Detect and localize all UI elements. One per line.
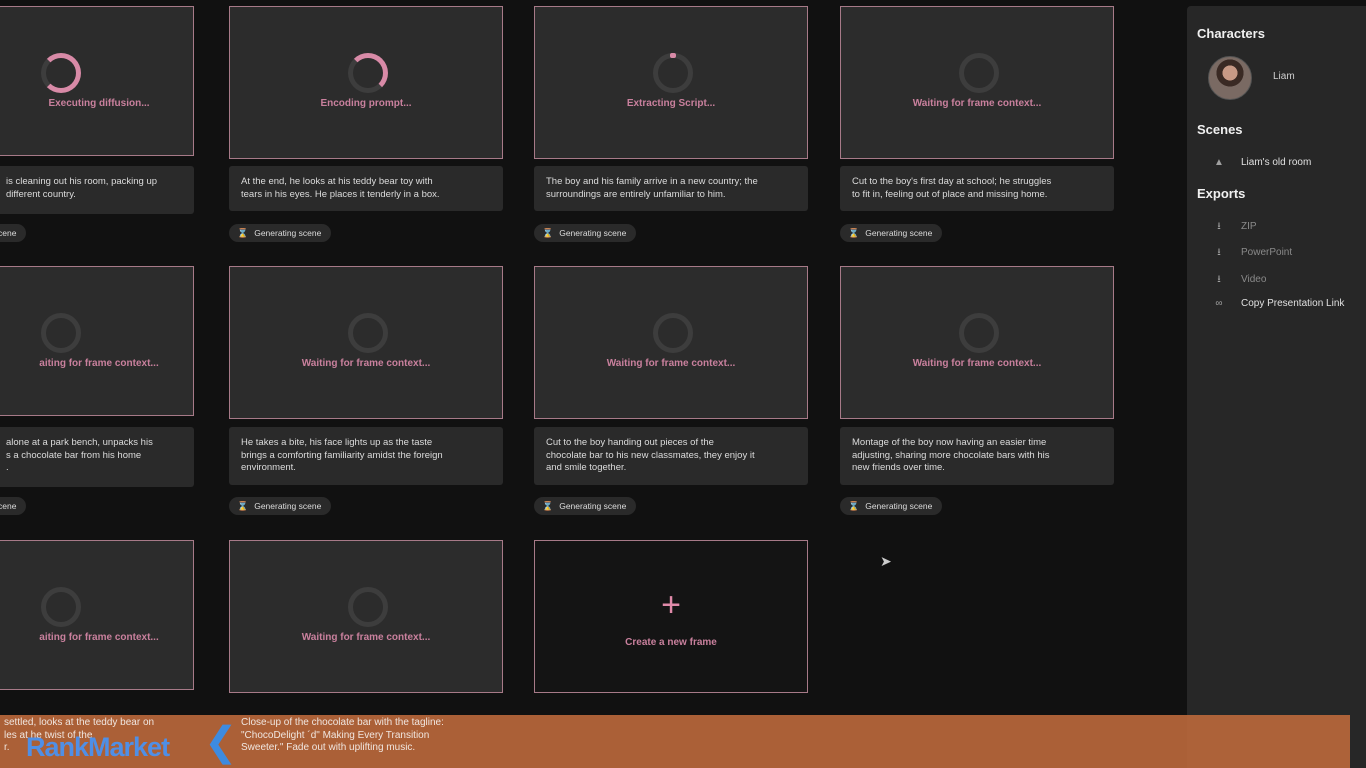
frame-status: Waiting for frame context...	[912, 98, 1042, 109]
frame-status: Executing diffusion...	[48, 98, 150, 109]
download-icon: ⭳	[1217, 221, 1221, 232]
create-frame-label: Create a new frame	[625, 637, 717, 648]
export-label: ZIP	[1241, 221, 1257, 232]
loading-spinner-icon	[653, 313, 693, 353]
hourglass-icon: ⌛	[237, 501, 249, 511]
download-icon: ⭳	[1217, 274, 1221, 285]
status-badge: ⌛ Generating scene	[840, 497, 943, 515]
loading-spinner-icon	[348, 53, 388, 93]
export-video[interactable]: ⭳ Video	[1209, 272, 1266, 289]
loading-spinner-icon	[653, 53, 693, 93]
badge-label: Generating scene	[254, 228, 322, 238]
export-zip[interactable]: ⭳ ZIP	[1209, 219, 1257, 236]
badge-label: Generating scene	[254, 501, 322, 511]
frame-description[interactable]: The boy and his family arrive in a new c…	[534, 166, 808, 211]
frame-description[interactable]: At the end, he looks at his teddy bear t…	[229, 166, 503, 211]
frame-description[interactable]: Cut to the boy handing out pieces of the…	[534, 427, 808, 485]
download-icon: ⭳	[1217, 247, 1221, 258]
frame-card[interactable]: Waiting for frame context...	[534, 266, 808, 419]
frame-description[interactable]: Montage of the boy now having an easier …	[840, 427, 1114, 485]
avatar[interactable]	[1208, 56, 1252, 100]
loading-spinner-icon	[41, 587, 81, 627]
status-badge: ⌛ Generating scene	[534, 497, 637, 515]
hourglass-icon: ⌛	[542, 228, 554, 238]
status-badge: ⌛ Generating scene	[229, 224, 332, 242]
character-name[interactable]: Liam	[1273, 71, 1295, 82]
exports-heading: Exports	[1197, 186, 1246, 201]
frame-description[interactable]: alone at a park bench, unpacks his s a c…	[0, 427, 194, 487]
frame-card[interactable]: Encoding prompt...	[229, 6, 503, 159]
frame-card[interactable]: aiting for frame context...	[0, 540, 194, 690]
badge-label: Generating scene	[559, 228, 627, 238]
export-label: Video	[1241, 274, 1267, 285]
hourglass-icon: ⌛	[848, 228, 860, 238]
frame-description[interactable]: Cut to the boy's first day at school; he…	[840, 166, 1114, 211]
export-label: Copy Presentation Link	[1241, 298, 1345, 309]
export-label: PowerPoint	[1241, 247, 1293, 258]
frame-description[interactable]: He takes a bite, his face lights up as t…	[229, 427, 503, 485]
loading-spinner-icon	[41, 313, 81, 353]
characters-heading: Characters	[1197, 26, 1265, 41]
sidebar: Characters Liam Scenes ▲ Liam's old room …	[1187, 6, 1366, 768]
hourglass-icon: ⌛	[848, 501, 860, 511]
loading-spinner-icon	[41, 53, 81, 93]
frame-status: Extracting Script...	[626, 98, 716, 109]
status-badge: ⌛ Generating scene	[534, 224, 637, 242]
scene-item[interactable]: ▲ Liam's old room	[1209, 157, 1311, 168]
frame-card[interactable]: Waiting for frame context...	[840, 266, 1114, 419]
landscape-icon: ▲	[1214, 157, 1224, 168]
frame-card[interactable]: Waiting for frame context...	[229, 540, 503, 693]
frame-description: Close-up of the chocolate bar with the t…	[241, 717, 444, 753]
hourglass-icon: ⌛	[237, 228, 249, 238]
scenes-heading: Scenes	[1197, 122, 1243, 137]
loading-spinner-icon	[348, 587, 388, 627]
frame-card[interactable]: Waiting for frame context...	[229, 266, 503, 419]
status-badge: cene	[0, 497, 27, 515]
link-icon: ∞	[1215, 298, 1223, 309]
frame-status: aiting for frame context...	[39, 358, 159, 369]
loading-spinner-icon	[348, 313, 388, 353]
scene-label: Liam's old room	[1241, 157, 1312, 168]
hourglass-icon: ⌛	[542, 501, 554, 511]
frame-status: Waiting for frame context...	[301, 632, 431, 643]
badge-label: Generating scene	[559, 501, 627, 511]
badge-label: cene	[0, 228, 17, 238]
badge-label: cene	[0, 501, 17, 511]
create-frame-button[interactable]: + Create a new frame	[534, 540, 808, 693]
arrow-logo-icon: ❮	[204, 720, 238, 764]
frame-card[interactable]: Executing diffusion...	[0, 6, 194, 156]
frame-status: Waiting for frame context...	[912, 358, 1042, 369]
frame-card[interactable]: Extracting Script...	[534, 6, 808, 159]
frame-status: Waiting for frame context...	[301, 358, 431, 369]
copy-presentation-link[interactable]: ∞ Copy Presentation Link	[1209, 298, 1344, 309]
frame-card[interactable]: aiting for frame context...	[0, 266, 194, 416]
frame-description[interactable]: is cleaning out his room, packing up dif…	[0, 166, 194, 214]
frame-status: Encoding prompt...	[320, 98, 412, 109]
status-badge: cene	[0, 224, 27, 242]
plus-icon: +	[661, 586, 681, 624]
frame-status: aiting for frame context...	[39, 632, 159, 643]
badge-label: Generating scene	[865, 228, 933, 238]
badge-label: Generating scene	[865, 501, 933, 511]
loading-spinner-icon	[959, 53, 999, 93]
watermark-banner: settled, looks at the teddy bear on les …	[0, 715, 1350, 768]
frame-status: Waiting for frame context...	[606, 358, 736, 369]
status-badge: ⌛ Generating scene	[840, 224, 943, 242]
mouse-cursor-icon: ➤	[880, 553, 892, 569]
frame-grid: Executing diffusion... is cleaning out h…	[0, 0, 1160, 768]
loading-spinner-icon	[959, 313, 999, 353]
frame-card[interactable]: Waiting for frame context...	[840, 6, 1114, 159]
export-powerpoint[interactable]: ⭳ PowerPoint	[1209, 245, 1292, 262]
status-badge: ⌛ Generating scene	[229, 497, 332, 515]
watermark-logo: RankMarket	[26, 732, 170, 762]
